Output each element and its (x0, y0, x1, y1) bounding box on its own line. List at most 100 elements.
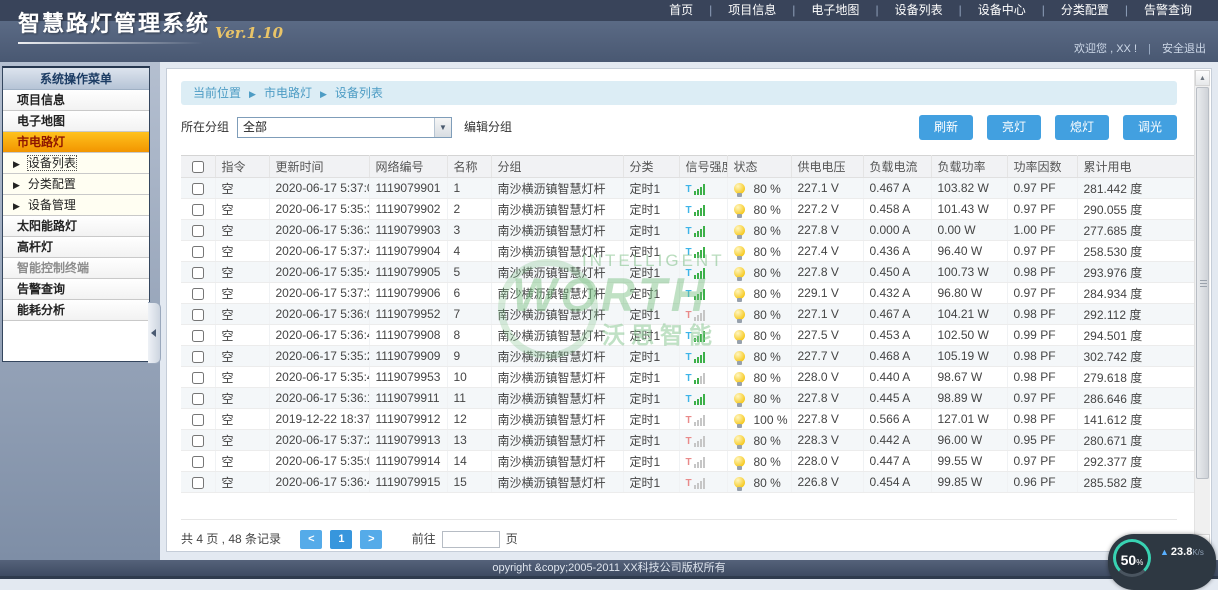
cell-voltage: 228.0 V (791, 367, 863, 388)
edit-group-button[interactable]: 编辑分组 (464, 120, 512, 134)
cell-update-time: 2020-06-17 5:37:21 (269, 430, 369, 451)
page-1-button[interactable]: 1 (330, 530, 352, 549)
scroll-up-button[interactable]: ▲ (1195, 70, 1210, 86)
signal-icon: T (686, 349, 706, 363)
nav-item-2[interactable]: 电子地图 (795, 3, 875, 17)
sidebar-item-2[interactable]: 市电路灯 (3, 132, 149, 153)
goto-page-input[interactable] (442, 531, 500, 548)
cell-net-id: 1119079952 (369, 304, 447, 325)
cell-current: 0.566 A (863, 409, 931, 430)
cell-status: 80 % (727, 178, 791, 199)
row-checkbox[interactable] (192, 435, 204, 447)
bulb-icon (734, 204, 745, 215)
group-select[interactable]: 全部 ▼ (237, 117, 452, 138)
cell-energy: 279.618 度 (1077, 367, 1197, 388)
cell-group: 南沙横沥镇智慧灯杆 (491, 178, 623, 199)
scrollbar-thumb[interactable] (1196, 87, 1209, 479)
sidebar-item-0[interactable]: 项目信息 (3, 90, 149, 111)
sidebar-item-label: 告警查询 (17, 282, 65, 296)
row-checkbox[interactable] (192, 267, 204, 279)
toolbar-button-0[interactable]: 刷新 (919, 115, 973, 140)
toolbar-button-3[interactable]: 调光 (1123, 115, 1177, 140)
cell-cmd: 空 (215, 262, 269, 283)
cell-update-time: 2020-06-17 5:37:35 (269, 283, 369, 304)
row-checkbox[interactable] (192, 351, 204, 363)
cell-category: 定时1 (623, 304, 679, 325)
row-checkbox[interactable] (192, 372, 204, 384)
welcome-separator: | (1148, 43, 1151, 55)
breadcrumb-part-1[interactable]: 设备列表 (335, 86, 383, 100)
sidebar-item-8[interactable]: 智能控制终端 (3, 258, 149, 279)
submenu-arrow-icon: ▶ (13, 180, 20, 190)
row-checkbox[interactable] (192, 330, 204, 342)
cell-signal: T (679, 199, 727, 220)
cell-group: 南沙横沥镇智慧灯杆 (491, 472, 623, 493)
toolbar-button-1[interactable]: 亮灯 (987, 115, 1041, 140)
next-page-button[interactable]: > (360, 530, 382, 549)
sidebar-item-label: 设备列表 (28, 156, 76, 170)
cell-status: 80 % (727, 220, 791, 241)
sidebar-item-7[interactable]: 高杆灯 (3, 237, 149, 258)
toolbar-button-2[interactable]: 熄灯 (1055, 115, 1109, 140)
cell-cmd: 空 (215, 367, 269, 388)
row-checkbox[interactable] (192, 288, 204, 300)
row-checkbox[interactable] (192, 309, 204, 321)
cell-name: 6 (447, 283, 491, 304)
cell-power: 99.55 W (931, 451, 1007, 472)
nav-item-1[interactable]: 项目信息 (712, 3, 792, 17)
net-speed-widget[interactable]: 50% ▲23.8K/s (1108, 534, 1216, 590)
cell-pf: 0.97 PF (1007, 199, 1077, 220)
nav-item-4[interactable]: 设备中心 (962, 3, 1042, 17)
cell-status: 80 % (727, 451, 791, 472)
row-checkbox[interactable] (192, 456, 204, 468)
table-header-row: 指令更新时间网络编号名称分组分类信号强度状态供电电压负载电流负载功率功率因数累计… (181, 156, 1197, 178)
prev-page-button[interactable]: < (300, 530, 322, 549)
cell-voltage: 227.5 V (791, 325, 863, 346)
sidebar-item-5[interactable]: ▶设备管理 (3, 195, 149, 216)
group-filter-label: 所在分组 (181, 120, 229, 134)
nav-item-5[interactable]: 分类配置 (1045, 3, 1125, 17)
table-row: 空2020-06-17 5:36:0311190799527南沙横沥镇智慧灯杆定… (181, 304, 1197, 325)
row-checkbox[interactable] (192, 414, 204, 426)
nav-item-0[interactable]: 首页 (653, 3, 709, 17)
nav-item-3[interactable]: 设备列表 (879, 3, 959, 17)
cell-category: 定时1 (623, 262, 679, 283)
row-checkbox[interactable] (192, 246, 204, 258)
signal-icon: T (686, 370, 706, 384)
breadcrumb: 当前位置▶市电路灯▶设备列表 (181, 81, 1177, 105)
cell-net-id: 1119079909 (369, 346, 447, 367)
sidebar-item-4[interactable]: ▶分类配置 (3, 174, 149, 195)
sidebar-collapse-handle[interactable] (148, 302, 161, 364)
nav-item-6[interactable]: 告警查询 (1128, 3, 1208, 17)
signal-icon: T (686, 391, 706, 405)
sidebar-item-3[interactable]: ▶设备列表 (3, 153, 149, 174)
cell-energy: 280.671 度 (1077, 430, 1197, 451)
cell-pf: 0.98 PF (1007, 346, 1077, 367)
sidebar-item-10[interactable]: 能耗分析 (3, 300, 149, 321)
column-header-12: 累计用电 (1077, 156, 1197, 178)
cell-net-id: 1119079915 (369, 472, 447, 493)
sidebar-item-6[interactable]: 太阳能路灯 (3, 216, 149, 237)
select-all-checkbox[interactable] (192, 161, 204, 173)
row-checkbox[interactable] (192, 393, 204, 405)
row-checkbox[interactable] (192, 477, 204, 489)
cell-category: 定时1 (623, 346, 679, 367)
cell-signal: T (679, 367, 727, 388)
breadcrumb-part-0[interactable]: 市电路灯 (264, 86, 312, 100)
logout-link[interactable]: 安全退出 (1162, 43, 1206, 55)
cell-net-id: 1119079902 (369, 199, 447, 220)
signal-icon: T (686, 265, 706, 279)
chevron-down-icon: ▼ (434, 118, 451, 137)
cell-current: 0.458 A (863, 199, 931, 220)
row-checkbox[interactable] (192, 225, 204, 237)
cell-name: 5 (447, 262, 491, 283)
cell-power: 104.21 W (931, 304, 1007, 325)
group-select-value: 全部 (243, 120, 267, 134)
cell-power: 99.85 W (931, 472, 1007, 493)
sidebar-item-1[interactable]: 电子地图 (3, 111, 149, 132)
cell-group: 南沙横沥镇智慧灯杆 (491, 220, 623, 241)
sidebar-item-9[interactable]: 告警查询 (3, 279, 149, 300)
cell-group: 南沙横沥镇智慧灯杆 (491, 409, 623, 430)
row-checkbox[interactable] (192, 183, 204, 195)
row-checkbox[interactable] (192, 204, 204, 216)
